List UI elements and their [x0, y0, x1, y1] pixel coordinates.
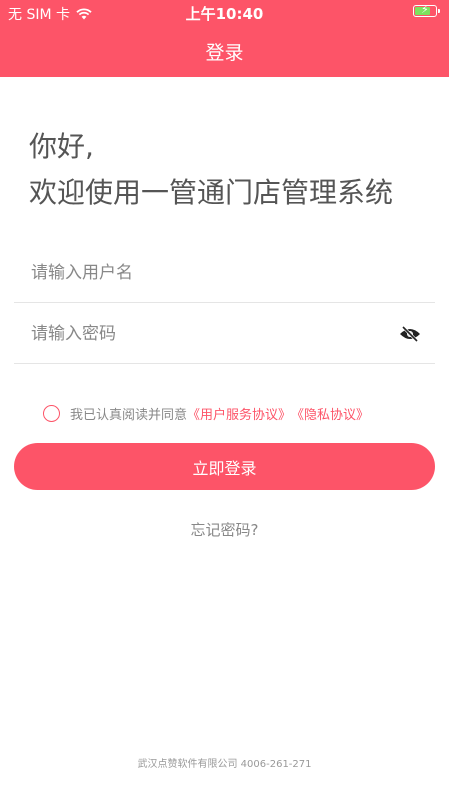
login-button[interactable]: 立即登录	[14, 443, 435, 490]
username-input[interactable]	[29, 255, 393, 291]
eye-hidden-icon[interactable]	[399, 326, 421, 342]
footer-company-info: 武汉点赞软件有限公司 4006-261-271	[137, 759, 312, 770]
user-agreement-link[interactable]: 《用户服务协议》	[187, 404, 291, 423]
page-title: 登录	[205, 42, 244, 64]
bolt-icon: ⚡	[421, 3, 429, 16]
status-time: 上午10:40	[185, 5, 264, 23]
password-input[interactable]	[29, 316, 393, 352]
forgot-password-link[interactable]: 忘记密码?	[0, 519, 449, 540]
privacy-policy-link[interactable]: 《隐私协议》	[291, 404, 369, 423]
agreement-checkbox[interactable]	[43, 404, 60, 422]
battery-cap	[438, 9, 440, 13]
welcome-line-2: 欢迎使用一管通门店管理系统	[29, 176, 394, 209]
header-bar: 无 SIM 卡 上午10:40 ⚡ 登录	[0, 0, 449, 77]
battery-charging-icon: ⚡	[413, 3, 440, 17]
welcome-text: 你好, 欢迎使用一管通门店管理系统	[29, 124, 393, 216]
password-field	[14, 304, 435, 364]
welcome-line-1: 你好,	[29, 130, 94, 163]
agreement-row: 我已认真阅读并同意 《用户服务协议》 《隐私协议》	[43, 402, 369, 424]
agreement-text: 我已认真阅读并同意	[70, 407, 188, 423]
username-field	[14, 243, 435, 303]
status-bar: 无 SIM 卡 上午10:40 ⚡	[0, 0, 449, 26]
